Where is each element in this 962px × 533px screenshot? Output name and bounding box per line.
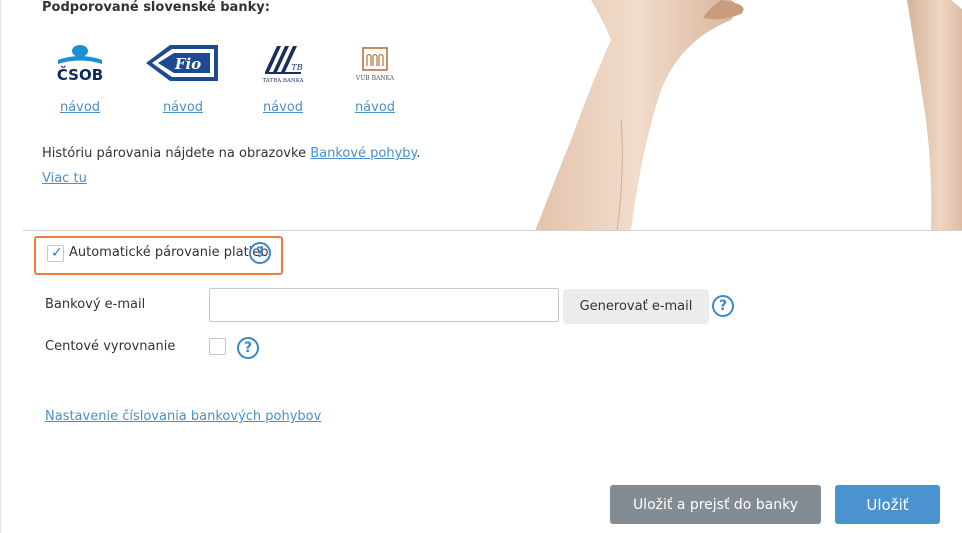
check-icon: ✓: [51, 245, 63, 261]
bank-fio: Fio návod: [139, 40, 227, 115]
vub-guide-link[interactable]: návod: [335, 100, 415, 115]
bank-tatra: TB TATRA BANKA návod: [243, 40, 323, 115]
auto-pairing-checkbox[interactable]: ✓: [47, 245, 64, 262]
section-divider: [23, 230, 962, 231]
banks-section: Podporované slovenské banky: ČSOB návod …: [1, 0, 962, 231]
bank-email-help-icon[interactable]: ?: [712, 295, 734, 317]
bank-email-label: Bankový e-mail: [45, 297, 146, 312]
save-and-go-to-bank-button[interactable]: Uložiť a prejsť do banky: [610, 485, 821, 524]
bank-email-input[interactable]: [209, 288, 559, 322]
bank-csob: ČSOB návod: [40, 40, 120, 115]
csob-logo: ČSOB: [40, 40, 120, 86]
bank-vub: VÚB BANKA návod: [335, 40, 415, 115]
tatra-guide-link[interactable]: návod: [243, 100, 323, 115]
numbering-settings-link[interactable]: Nastavenie číslovania bankových pohybov: [45, 409, 321, 424]
cent-rounding-help-icon[interactable]: ?: [237, 337, 259, 359]
more-info-link[interactable]: Viac tu: [42, 171, 87, 186]
auto-pairing-help-icon[interactable]: ?: [249, 242, 271, 264]
vub-logo: VÚB BANKA: [335, 40, 415, 86]
banks-title: Podporované slovenské banky:: [42, 0, 270, 15]
hands-photo: [535, 0, 962, 231]
tatra-logo: TB TATRA BANKA: [243, 40, 323, 86]
csob-guide-link[interactable]: návod: [40, 100, 120, 115]
cent-rounding-label: Centové vyrovnanie: [45, 339, 176, 354]
bank-movements-link[interactable]: Bankové pohyby: [310, 146, 416, 161]
fio-logo: Fio: [139, 40, 227, 86]
vub-logo-text: VÚB BANKA: [355, 74, 395, 82]
more-info: Viac tu: [42, 171, 87, 186]
history-text: Históriu párovania nájdete na obrazovke …: [42, 146, 421, 161]
tatra-logo-text: TATRA BANKA: [262, 78, 304, 84]
svg-text:TB: TB: [291, 63, 302, 72]
generate-email-button[interactable]: Generovať e-mail: [563, 289, 709, 324]
auto-pairing-label: Automatické párovanie platieb: [69, 245, 269, 260]
fio-logo-text: Fio: [174, 55, 201, 73]
cent-rounding-checkbox[interactable]: [209, 338, 226, 355]
settings-panel: Podporované slovenské banky: ČSOB návod …: [0, 0, 962, 533]
csob-logo-text: ČSOB: [57, 65, 103, 84]
save-button[interactable]: Uložiť: [835, 485, 940, 524]
fio-guide-link[interactable]: návod: [139, 100, 227, 115]
